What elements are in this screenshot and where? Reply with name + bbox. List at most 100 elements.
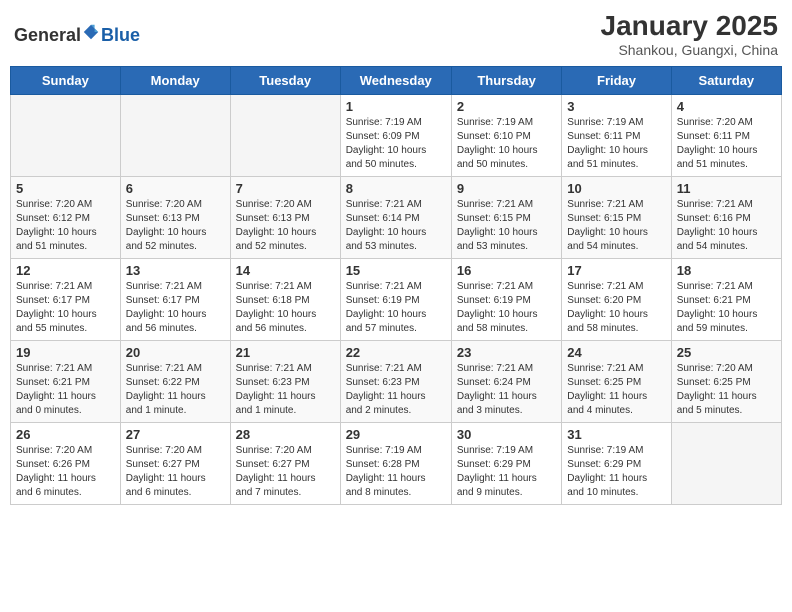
calendar-day-cell: 23 Sunrise: 7:21 AM Sunset: 6:24 PM Dayli… <box>451 341 561 423</box>
day-number: 2 <box>457 99 556 114</box>
calendar-week-row: 26 Sunrise: 7:20 AM Sunset: 6:26 PM Dayli… <box>11 423 782 505</box>
day-info: Sunrise: 7:21 AM Sunset: 6:23 PM Dayligh… <box>346 362 446 418</box>
weekday-header-saturday: Saturday <box>671 67 781 95</box>
day-info: Sunrise: 7:21 AM Sunset: 6:16 PM Dayligh… <box>677 198 776 254</box>
calendar-day-cell: 4 Sunrise: 7:20 AM Sunset: 6:11 PM Daylig… <box>671 95 781 177</box>
day-number: 10 <box>567 181 665 196</box>
day-info: Sunrise: 7:19 AM Sunset: 6:29 PM Dayligh… <box>567 444 665 500</box>
day-info: Sunrise: 7:21 AM Sunset: 6:22 PM Dayligh… <box>126 362 225 418</box>
day-info: Sunrise: 7:21 AM Sunset: 6:15 PM Dayligh… <box>567 198 665 254</box>
day-info: Sunrise: 7:20 AM Sunset: 6:25 PM Dayligh… <box>677 362 776 418</box>
weekday-header-monday: Monday <box>120 67 230 95</box>
calendar-day-cell: 10 Sunrise: 7:21 AM Sunset: 6:15 PM Dayli… <box>562 177 671 259</box>
day-info: Sunrise: 7:21 AM Sunset: 6:19 PM Dayligh… <box>346 280 446 336</box>
day-info: Sunrise: 7:21 AM Sunset: 6:17 PM Dayligh… <box>16 280 115 336</box>
calendar-day-cell: 27Sunrise: 7:20 AM Sunset: 6:27 PM Dayli… <box>120 423 230 505</box>
day-info: Sunrise: 7:21 AM Sunset: 6:14 PM Dayligh… <box>346 198 446 254</box>
day-info: Sunrise: 7:20 AM Sunset: 6:13 PM Dayligh… <box>126 198 225 254</box>
calendar-day-cell: 28 Sunrise: 7:20 AM Sunset: 6:27 PM Dayli… <box>230 423 340 505</box>
calendar-table: SundayMondayTuesdayWednesdayThursdayFrid… <box>10 66 782 505</box>
day-number: 25 <box>677 345 776 360</box>
calendar-day-cell: 24 Sunrise: 7:21 AM Sunset: 6:25 PM Dayli… <box>562 341 671 423</box>
day-info: Sunrise: 7:21 AM Sunset: 6:19 PM Dayligh… <box>457 280 556 336</box>
calendar-week-row: 12 Sunrise: 7:21 AM Sunset: 6:17 PM Dayli… <box>11 259 782 341</box>
calendar-day-cell: 7Sunrise: 7:20 AM Sunset: 6:13 PM Daylig… <box>230 177 340 259</box>
day-info: Sunrise: 7:21 AM Sunset: 6:21 PM Dayligh… <box>16 362 115 418</box>
day-number: 17 <box>567 263 665 278</box>
weekday-header-thursday: Thursday <box>451 67 561 95</box>
day-info: Sunrise: 7:21 AM Sunset: 6:15 PM Dayligh… <box>457 198 556 254</box>
day-number: 1 <box>346 99 446 114</box>
calendar-day-cell: 22 Sunrise: 7:21 AM Sunset: 6:23 PM Dayli… <box>340 341 451 423</box>
day-info: Sunrise: 7:19 AM Sunset: 6:28 PM Dayligh… <box>346 444 446 500</box>
day-number: 31 <box>567 427 665 442</box>
page-header: GeneralBlue January 2025 Shankou, Guangx… <box>10 10 782 58</box>
calendar-day-cell: 26 Sunrise: 7:20 AM Sunset: 6:26 PM Dayli… <box>11 423 121 505</box>
calendar-day-cell: 11 Sunrise: 7:21 AM Sunset: 6:16 PM Dayli… <box>671 177 781 259</box>
calendar-day-cell <box>120 95 230 177</box>
calendar-day-cell: 19Sunrise: 7:21 AM Sunset: 6:21 PM Dayli… <box>11 341 121 423</box>
calendar-day-cell: 2 Sunrise: 7:19 AM Sunset: 6:10 PM Daylig… <box>451 95 561 177</box>
calendar-day-cell: 14Sunrise: 7:21 AM Sunset: 6:18 PM Dayli… <box>230 259 340 341</box>
weekday-header-friday: Friday <box>562 67 671 95</box>
day-number: 22 <box>346 345 446 360</box>
day-number: 9 <box>457 181 556 196</box>
day-number: 16 <box>457 263 556 278</box>
day-number: 5 <box>16 181 115 196</box>
day-info: Sunrise: 7:19 AM Sunset: 6:10 PM Dayligh… <box>457 116 556 172</box>
logo-icon <box>82 23 100 41</box>
calendar-day-cell: 1 Sunrise: 7:19 AM Sunset: 6:09 PM Daylig… <box>340 95 451 177</box>
month-title: January 2025 <box>601 10 778 42</box>
day-number: 4 <box>677 99 776 114</box>
day-number: 18 <box>677 263 776 278</box>
day-number: 8 <box>346 181 446 196</box>
day-number: 3 <box>567 99 665 114</box>
day-info: Sunrise: 7:20 AM Sunset: 6:12 PM Dayligh… <box>16 198 115 254</box>
calendar-day-cell: 20 Sunrise: 7:21 AM Sunset: 6:22 PM Dayli… <box>120 341 230 423</box>
title-area: January 2025 Shankou, Guangxi, China <box>601 10 778 58</box>
day-info: Sunrise: 7:19 AM Sunset: 6:11 PM Dayligh… <box>567 116 665 172</box>
day-info: Sunrise: 7:19 AM Sunset: 6:09 PM Dayligh… <box>346 116 446 172</box>
day-number: 6 <box>126 181 225 196</box>
weekday-header-sunday: Sunday <box>11 67 121 95</box>
day-info: Sunrise: 7:20 AM Sunset: 6:26 PM Dayligh… <box>16 444 115 500</box>
calendar-day-cell <box>230 95 340 177</box>
calendar-week-row: 19Sunrise: 7:21 AM Sunset: 6:21 PM Dayli… <box>11 341 782 423</box>
calendar-day-cell: 3 Sunrise: 7:19 AM Sunset: 6:11 PM Daylig… <box>562 95 671 177</box>
day-number: 27 <box>126 427 225 442</box>
calendar-day-cell: 17 Sunrise: 7:21 AM Sunset: 6:20 PM Dayli… <box>562 259 671 341</box>
day-number: 14 <box>236 263 335 278</box>
calendar-day-cell: 12 Sunrise: 7:21 AM Sunset: 6:17 PM Dayli… <box>11 259 121 341</box>
day-info: Sunrise: 7:20 AM Sunset: 6:27 PM Dayligh… <box>236 444 335 500</box>
logo: GeneralBlue <box>14 23 140 46</box>
calendar-day-cell: 6 Sunrise: 7:20 AM Sunset: 6:13 PM Daylig… <box>120 177 230 259</box>
calendar-day-cell: 9 Sunrise: 7:21 AM Sunset: 6:15 PM Daylig… <box>451 177 561 259</box>
day-number: 26 <box>16 427 115 442</box>
day-number: 11 <box>677 181 776 196</box>
day-info: Sunrise: 7:21 AM Sunset: 6:23 PM Dayligh… <box>236 362 335 418</box>
day-number: 15 <box>346 263 446 278</box>
day-number: 20 <box>126 345 225 360</box>
calendar-day-cell: 15 Sunrise: 7:21 AM Sunset: 6:19 PM Dayli… <box>340 259 451 341</box>
day-info: Sunrise: 7:21 AM Sunset: 6:25 PM Dayligh… <box>567 362 665 418</box>
calendar-day-cell: 25 Sunrise: 7:20 AM Sunset: 6:25 PM Dayli… <box>671 341 781 423</box>
day-number: 24 <box>567 345 665 360</box>
calendar-day-cell: 8 Sunrise: 7:21 AM Sunset: 6:14 PM Daylig… <box>340 177 451 259</box>
calendar-day-cell <box>11 95 121 177</box>
calendar-day-cell: 29 Sunrise: 7:19 AM Sunset: 6:28 PM Dayli… <box>340 423 451 505</box>
calendar-day-cell: 31 Sunrise: 7:19 AM Sunset: 6:29 PM Dayli… <box>562 423 671 505</box>
day-info: Sunrise: 7:20 AM Sunset: 6:11 PM Dayligh… <box>677 116 776 172</box>
day-number: 21 <box>236 345 335 360</box>
day-number: 12 <box>16 263 115 278</box>
day-info: Sunrise: 7:21 AM Sunset: 6:20 PM Dayligh… <box>567 280 665 336</box>
calendar-week-row: 1 Sunrise: 7:19 AM Sunset: 6:09 PM Daylig… <box>11 95 782 177</box>
day-number: 29 <box>346 427 446 442</box>
weekday-header-wednesday: Wednesday <box>340 67 451 95</box>
day-number: 28 <box>236 427 335 442</box>
calendar-week-row: 5 Sunrise: 7:20 AM Sunset: 6:12 PM Daylig… <box>11 177 782 259</box>
calendar-day-cell: 21 Sunrise: 7:21 AM Sunset: 6:23 PM Dayli… <box>230 341 340 423</box>
calendar-day-cell: 16 Sunrise: 7:21 AM Sunset: 6:19 PM Dayli… <box>451 259 561 341</box>
day-number: 23 <box>457 345 556 360</box>
calendar-day-cell: 13Sunrise: 7:21 AM Sunset: 6:17 PM Dayli… <box>120 259 230 341</box>
day-info: Sunrise: 7:21 AM Sunset: 6:24 PM Dayligh… <box>457 362 556 418</box>
